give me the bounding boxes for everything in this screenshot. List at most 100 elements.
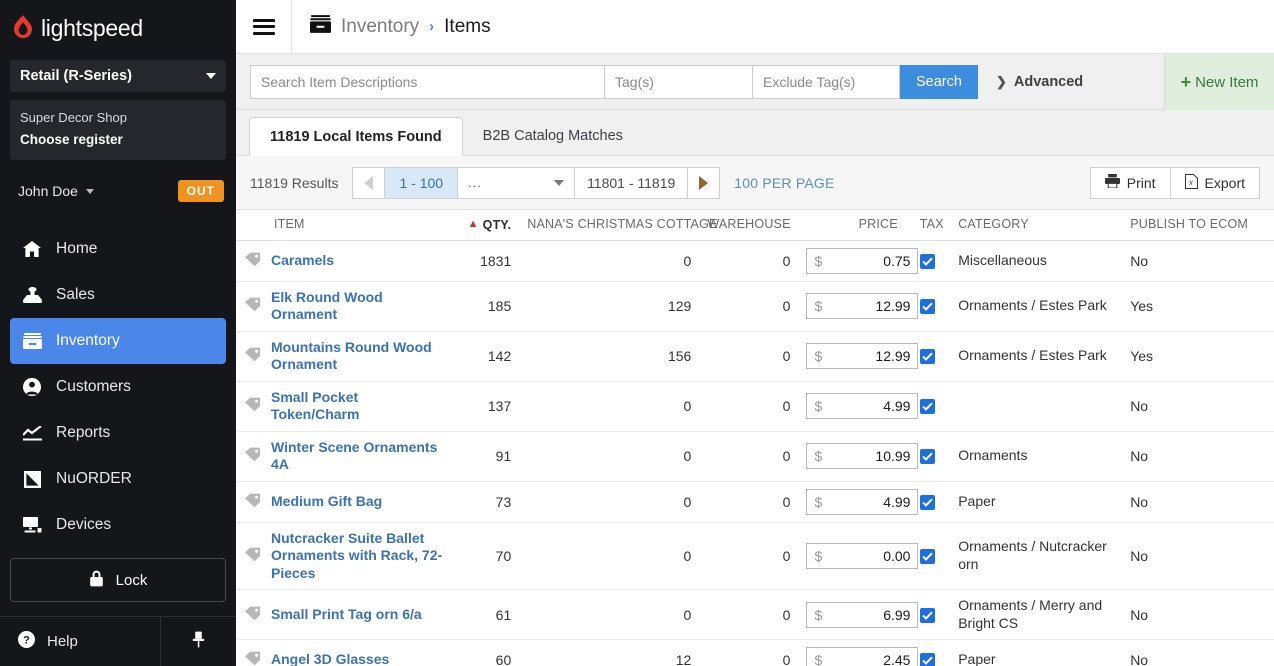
- tags-input[interactable]: [604, 64, 752, 99]
- price-value: 10.99: [875, 448, 911, 464]
- sidebar-item-customers[interactable]: Customers: [10, 364, 226, 410]
- table-row[interactable]: Caramels 1831 0 0 $0.75 Miscellaneous No: [236, 240, 1274, 282]
- monitor-icon: [22, 517, 42, 533]
- tax-checkbox[interactable]: [919, 349, 935, 364]
- tax-checkbox[interactable]: [919, 494, 935, 510]
- search-button[interactable]: Search: [900, 64, 978, 99]
- tag-icon: [244, 297, 261, 315]
- price-input[interactable]: $10.99: [806, 443, 919, 469]
- print-button[interactable]: Print: [1091, 168, 1170, 198]
- shop-info-box[interactable]: Super Decor Shop Choose register: [10, 100, 226, 161]
- item-link[interactable]: Elk Round Wood Ornament: [271, 289, 442, 324]
- table-row[interactable]: Medium Gift Bag 73 0 0 $4.99 Paper No: [236, 481, 1274, 523]
- tag-icon: [244, 651, 261, 666]
- exclude-tags-input[interactable]: [752, 64, 900, 99]
- cell-nanas-christmas-cottage: 156: [519, 331, 700, 382]
- brand-logo[interactable]: lightspeed: [0, 0, 236, 56]
- column-header-tax[interactable]: TAX: [911, 210, 951, 241]
- tag-icon: [244, 606, 261, 624]
- question-circle-icon: ?: [18, 631, 35, 652]
- chevron-left-icon: [364, 175, 374, 190]
- new-item-button[interactable]: + New Item: [1164, 54, 1274, 110]
- menu-toggle-button[interactable]: [236, 0, 292, 53]
- advanced-search-toggle[interactable]: ❯ Advanced: [996, 74, 1083, 90]
- item-link[interactable]: Angel 3D Glasses: [271, 651, 389, 666]
- tax-checkbox[interactable]: [919, 253, 935, 269]
- per-page-selector[interactable]: 100 PER PAGE: [734, 175, 834, 191]
- tax-checkbox[interactable]: [919, 299, 935, 314]
- tax-checkbox[interactable]: [919, 548, 935, 564]
- page-range-select[interactable]: ...: [457, 167, 576, 198]
- help-button[interactable]: ? Help: [0, 617, 160, 666]
- pin-sidebar-button[interactable]: [160, 617, 236, 666]
- cell-item: Small Print Tag orn 6/a: [236, 589, 451, 640]
- table-row[interactable]: Angel 3D Glasses 60 12 0 $2.45 Paper No: [236, 639, 1274, 666]
- column-header-price[interactable]: PRICE: [798, 210, 912, 241]
- lock-button[interactable]: Lock: [10, 558, 226, 603]
- item-link[interactable]: Small Pocket Token/Charm: [271, 389, 442, 424]
- cell-price: $4.99: [798, 381, 919, 432]
- item-link[interactable]: Caramels: [271, 252, 334, 270]
- sidebar-item-nuorder[interactable]: NuORDER: [10, 456, 226, 502]
- cell-warehouse: 0: [699, 639, 799, 666]
- sidebar-item-devices[interactable]: Devices: [10, 502, 226, 548]
- tax-checkbox[interactable]: [919, 399, 935, 414]
- price-input[interactable]: $0.75: [806, 247, 919, 274]
- cell-item: Winter Scene Ornaments 4A: [236, 431, 451, 482]
- table-row[interactable]: Small Print Tag orn 6/a 61 0 0 $6.99 Ornament…: [236, 589, 1274, 640]
- sidebar-item-label: Customers: [56, 378, 131, 396]
- tax-checkbox[interactable]: [919, 607, 935, 623]
- user-menu[interactable]: John Doe: [18, 183, 94, 199]
- price-input[interactable]: $0.00: [806, 542, 919, 569]
- previous-page-button[interactable]: [353, 167, 386, 198]
- breadcrumb-inventory[interactable]: Inventory: [341, 16, 419, 38]
- lightspeed-flame-icon: [12, 15, 34, 41]
- table-row[interactable]: Mountains Round Wood Ornament 142 156 0 $12.…: [236, 331, 1274, 382]
- lock-label: Lock: [115, 571, 148, 589]
- clock-out-badge[interactable]: OUT: [177, 180, 224, 203]
- table-row[interactable]: Small Pocket Token/Charm 137 0 0 $4.99 No: [236, 381, 1274, 432]
- cell-price: $0.00: [798, 522, 919, 590]
- column-header-qty[interactable]: ▲ QTY.: [450, 210, 520, 241]
- tax-checkbox[interactable]: [919, 653, 935, 666]
- page-range-first[interactable]: 1 - 100: [385, 167, 458, 198]
- brand-name: lightspeed: [41, 14, 143, 41]
- column-header-nanas-christmas-cottage[interactable]: NANA'S CHRISTMAS COTTAGE: [519, 210, 717, 241]
- currency-symbol: $: [814, 493, 823, 510]
- sidebar-item-inventory[interactable]: Inventory: [10, 318, 226, 365]
- price-input[interactable]: $12.99: [806, 293, 919, 319]
- price-input[interactable]: $4.99: [806, 393, 919, 419]
- table-row[interactable]: Nutcracker Suite Ballet Ornaments with R…: [236, 522, 1274, 590]
- column-header-category[interactable]: CATEGORY: [950, 210, 1123, 241]
- export-button[interactable]: x Export: [1169, 167, 1259, 198]
- price-value: 0.00: [883, 547, 911, 564]
- column-header-item[interactable]: ITEM: [236, 210, 451, 241]
- tax-checkbox[interactable]: [919, 449, 935, 464]
- item-link[interactable]: Nutcracker Suite Ballet Ornaments with R…: [271, 530, 442, 583]
- business-type-selector[interactable]: Retail (R-Series): [10, 60, 226, 92]
- table-header: ITEM ▲ QTY. NANA'S CHRISTMAS COTTAGE WAR…: [236, 210, 1274, 241]
- price-input[interactable]: $2.45: [806, 647, 919, 666]
- price-input[interactable]: $12.99: [806, 343, 919, 369]
- price-input[interactable]: $6.99: [806, 601, 919, 628]
- page-range-last[interactable]: 11801 - 11819: [575, 168, 687, 198]
- price-input[interactable]: $4.99: [806, 488, 919, 515]
- column-header-publish-to-ecom[interactable]: PUBLISH TO ECOM: [1122, 210, 1274, 241]
- sidebar-item-sales[interactable]: Sales: [10, 272, 226, 318]
- column-header-warehouse[interactable]: WAREHOUSE: [699, 210, 799, 241]
- tab-b2b-catalog[interactable]: B2B Catalog Matches: [463, 116, 643, 155]
- choose-register-link[interactable]: Choose register: [20, 129, 216, 151]
- cell-nanas-christmas-cottage: 0: [519, 431, 700, 482]
- tab-bar: 11819 Local Items Found B2B Catalog Matc…: [236, 110, 1274, 156]
- table-row[interactable]: Elk Round Wood Ornament 185 129 0 $12.99 Orna…: [236, 281, 1274, 332]
- item-link[interactable]: Medium Gift Bag: [271, 493, 382, 511]
- tab-local-items[interactable]: 11819 Local Items Found: [249, 117, 463, 156]
- item-link[interactable]: Mountains Round Wood Ornament: [271, 339, 442, 374]
- item-link[interactable]: Small Print Tag orn 6/a: [271, 606, 422, 624]
- next-page-button[interactable]: [687, 167, 719, 198]
- item-link[interactable]: Winter Scene Ornaments 4A: [271, 439, 442, 474]
- table-row[interactable]: Winter Scene Ornaments 4A 91 0 0 $10.99 Ornam…: [236, 431, 1274, 482]
- sidebar-item-home[interactable]: Home: [10, 226, 226, 272]
- search-input[interactable]: [250, 64, 604, 99]
- sidebar-item-reports[interactable]: Reports: [10, 410, 226, 456]
